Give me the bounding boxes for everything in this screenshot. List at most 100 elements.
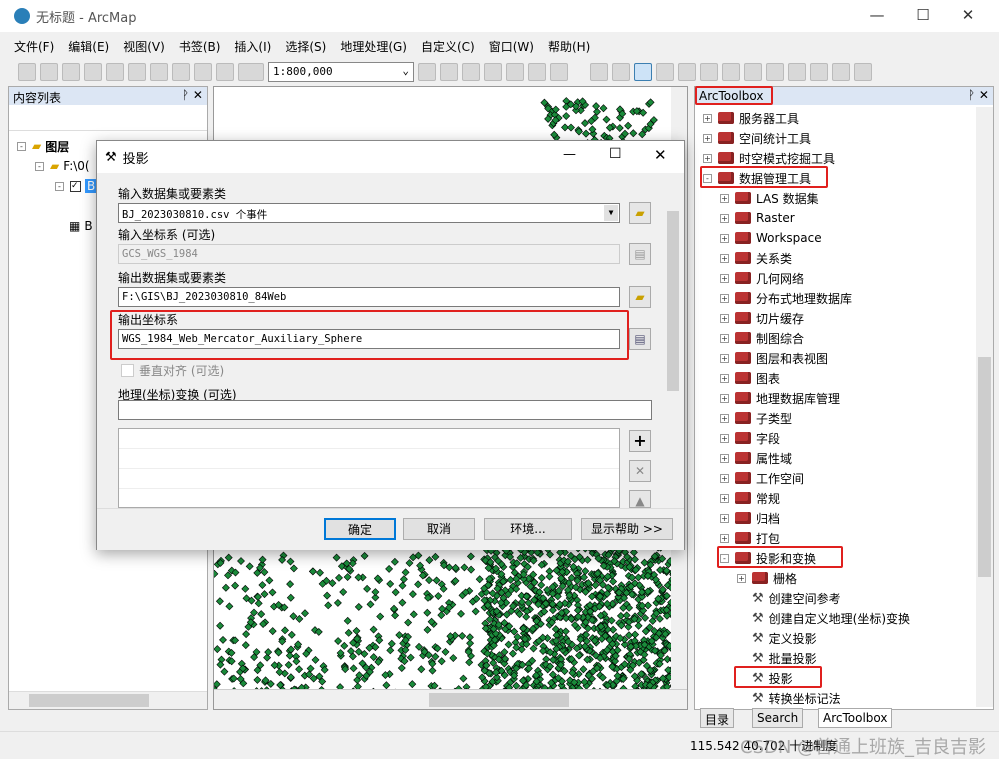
- menu-item[interactable]: 编辑(E): [68, 38, 109, 55]
- pin-close-buttons[interactable]: ᚹ ✕: [182, 88, 203, 102]
- folder-node[interactable]: - ▰ F:\0(: [35, 157, 90, 175]
- full-extent-icon[interactable]: [656, 62, 674, 81]
- show-help-button[interactable]: 显示帮助 >>: [581, 518, 673, 540]
- menu-item[interactable]: 视图(V): [123, 38, 165, 55]
- identify-icon[interactable]: [832, 62, 850, 81]
- toolbox-item[interactable]: ⚒ 批量投影: [737, 649, 817, 667]
- toolbox-item[interactable]: + 子类型: [720, 409, 792, 427]
- tab-catalog[interactable]: 目录: [700, 708, 735, 728]
- fixed-zoom-in-icon[interactable]: [678, 62, 696, 81]
- expand-toggle[interactable]: +: [720, 293, 729, 303]
- toolbox-item[interactable]: + 常规: [720, 489, 780, 507]
- toolbox-item[interactable]: + 工作空间: [720, 469, 804, 487]
- output-cs-properties-button[interactable]: ▤: [629, 328, 651, 350]
- menu-item[interactable]: 帮助(H): [548, 38, 590, 55]
- menu-item[interactable]: 插入(I): [234, 38, 271, 55]
- catalog-window-icon[interactable]: [462, 62, 480, 81]
- zoom-out-icon[interactable]: [612, 62, 630, 81]
- hyperlink-icon[interactable]: [854, 62, 872, 81]
- toolbox-item[interactable]: ⚒ 创建自定义地理(坐标)变换: [737, 609, 910, 627]
- environments-button[interactable]: 环境...: [484, 518, 572, 540]
- toolbox-item[interactable]: + 分布式地理数据库: [720, 289, 852, 307]
- expand-toggle[interactable]: +: [720, 273, 729, 283]
- editor-icon[interactable]: [418, 62, 436, 81]
- pin-close-buttons[interactable]: ᚹ ✕: [968, 88, 989, 102]
- add-row-icon[interactable]: +: [629, 430, 651, 452]
- dialog-maximize-button[interactable]: ☐: [609, 146, 622, 162]
- remove-row-icon[interactable]: ✕: [629, 460, 651, 482]
- open-icon[interactable]: [40, 62, 58, 81]
- select-elements-icon[interactable]: [810, 62, 828, 81]
- tab-search[interactable]: Search: [752, 708, 804, 728]
- expand-toggle[interactable]: +: [720, 213, 729, 223]
- expand-toggle[interactable]: +: [720, 413, 729, 423]
- menu-item[interactable]: 书签(B): [179, 38, 221, 55]
- browse-input-button[interactable]: ▰: [629, 202, 651, 224]
- toolbox-item[interactable]: + 空间统计工具: [703, 129, 811, 147]
- toolbox-item[interactable]: + 属性域: [720, 449, 792, 467]
- move-up-icon[interactable]: ▲: [629, 490, 651, 508]
- redo-icon[interactable]: [216, 62, 234, 81]
- expand-toggle[interactable]: +: [720, 333, 729, 343]
- expand-toggle[interactable]: +: [720, 453, 729, 463]
- toolbox-item[interactable]: + 服务器工具: [703, 109, 799, 127]
- toolbox-item[interactable]: ⚒ 创建空间参考: [737, 589, 841, 607]
- expand-toggle[interactable]: +: [720, 373, 729, 383]
- layer-node[interactable]: - ✓ B: [55, 177, 98, 195]
- select-features-icon[interactable]: [766, 62, 784, 81]
- toolbox-item[interactable]: + Workspace: [720, 229, 822, 247]
- expand-toggle[interactable]: +: [720, 433, 729, 443]
- toolbox-item[interactable]: + LAS 数据集: [720, 189, 819, 207]
- toolbox-item[interactable]: ⚒ 转换坐标记法: [737, 689, 841, 707]
- paste-icon[interactable]: [150, 62, 168, 81]
- toc-window-icon[interactable]: [440, 62, 458, 81]
- toolbox-item[interactable]: + 时空模式挖掘工具: [703, 149, 835, 167]
- expand-toggle[interactable]: +: [737, 573, 746, 583]
- expand-toggle[interactable]: +: [720, 513, 729, 523]
- maximize-button[interactable]: ☐: [908, 6, 938, 24]
- menu-item[interactable]: 自定义(C): [421, 38, 475, 55]
- menu-item[interactable]: 文件(F): [14, 38, 54, 55]
- toolbox-item[interactable]: + Raster: [720, 209, 795, 227]
- save-icon[interactable]: [62, 62, 80, 81]
- expand-toggle[interactable]: +: [720, 473, 729, 483]
- print-icon[interactable]: [84, 62, 102, 81]
- arctoolbox-icon[interactable]: [506, 62, 524, 81]
- map-horizontal-scrollbar[interactable]: [214, 689, 687, 709]
- geo-transform-input[interactable]: [118, 400, 652, 420]
- toolbox-item[interactable]: + 地理数据库管理: [720, 389, 840, 407]
- new-icon[interactable]: [18, 62, 36, 81]
- expand-toggle[interactable]: +: [720, 353, 729, 363]
- pan-icon[interactable]: [634, 62, 652, 81]
- zoom-in-icon[interactable]: [590, 62, 608, 81]
- toolbox-item[interactable]: + 关系类: [720, 249, 792, 267]
- toolbox-item[interactable]: + 制图综合: [720, 329, 804, 347]
- dialog-close-button[interactable]: ✕: [654, 146, 667, 164]
- expand-toggle[interactable]: +: [720, 313, 729, 323]
- expand-toggle[interactable]: +: [720, 193, 729, 203]
- expand-toggle[interactable]: +: [720, 533, 729, 543]
- tab-arctoolbox[interactable]: ArcToolbox: [818, 708, 893, 728]
- back-icon[interactable]: [722, 62, 740, 81]
- expand-toggle[interactable]: +: [720, 253, 729, 263]
- python-icon[interactable]: [528, 62, 546, 81]
- expand-toggle[interactable]: +: [720, 393, 729, 403]
- dialog-minimize-button[interactable]: —: [563, 147, 576, 162]
- expand-toggle[interactable]: +: [703, 153, 712, 163]
- expand-toggle[interactable]: +: [703, 133, 712, 143]
- search-window-icon[interactable]: [484, 62, 502, 81]
- toolbox-item[interactable]: + 切片缓存: [720, 309, 804, 327]
- output-dataset-input[interactable]: F:\GIS\BJ_2023030810_84Web: [118, 287, 620, 307]
- ok-button[interactable]: 确定: [324, 518, 396, 540]
- dialog-vertical-scrollbar[interactable]: [665, 181, 681, 506]
- expand-toggle[interactable]: +: [703, 113, 712, 123]
- close-button[interactable]: ✕: [953, 6, 983, 24]
- copy-icon[interactable]: [128, 62, 146, 81]
- toolbox-item[interactable]: + 图表: [720, 369, 780, 387]
- modelbuilder-icon[interactable]: [550, 62, 568, 81]
- toolbox-item[interactable]: + 归档: [720, 509, 780, 527]
- cancel-button[interactable]: 取消: [403, 518, 475, 540]
- table-node[interactable]: ▦ B: [69, 217, 93, 235]
- undo-icon[interactable]: [194, 62, 212, 81]
- minimize-button[interactable]: —: [862, 6, 892, 24]
